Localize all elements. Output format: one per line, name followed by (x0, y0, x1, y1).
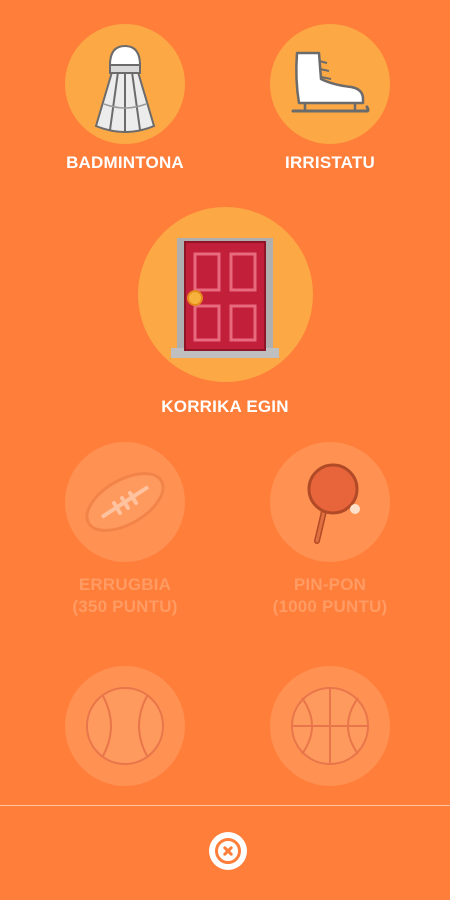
activity-baseball[interactable] (40, 666, 210, 786)
baseball-icon (86, 687, 164, 765)
activity-badminton[interactable]: BADMINTONA (40, 24, 210, 174)
badminton-circle (65, 24, 185, 144)
pingpong-circle (270, 442, 390, 562)
rugby-label: ERRUGBIA (78, 575, 172, 594)
door-icon (171, 237, 279, 358)
rugby-sublabel: (350 PUNTU) (72, 597, 178, 616)
close-icon (215, 838, 241, 864)
activity-basketball[interactable] (245, 666, 415, 786)
activity-picker-screen: BADMINTONA IRRISTATU KORRIKA EGIN ERRUGB… (0, 0, 450, 900)
activity-pingpong[interactable]: PIN-PON (1000 PUNTU) (245, 442, 415, 618)
activity-skate[interactable]: IRRISTATU (245, 24, 415, 174)
shuttlecock-icon (94, 44, 156, 133)
ice-skate-icon (291, 51, 370, 113)
run-circle (137, 207, 313, 382)
badminton-label: BADMINTONA (66, 153, 184, 172)
pingpong-sublabel: (1000 PUNTU) (272, 597, 388, 616)
basketball-icon (291, 687, 369, 765)
skate-label: IRRISTATU (285, 153, 375, 172)
rugby-ball-icon (85, 472, 165, 532)
skate-circle (270, 24, 390, 144)
activity-run[interactable]: KORRIKA EGIN (125, 207, 325, 418)
baseball-circle (65, 666, 185, 786)
ping-pong-paddle-icon (307, 463, 360, 544)
rugby-circle (65, 442, 185, 562)
close-button[interactable] (209, 832, 247, 870)
pingpong-label: PIN-PON (293, 575, 367, 594)
activity-rugby[interactable]: ERRUGBIA (350 PUNTU) (40, 442, 210, 618)
basketball-circle (270, 666, 390, 786)
run-label: KORRIKA EGIN (161, 397, 289, 416)
